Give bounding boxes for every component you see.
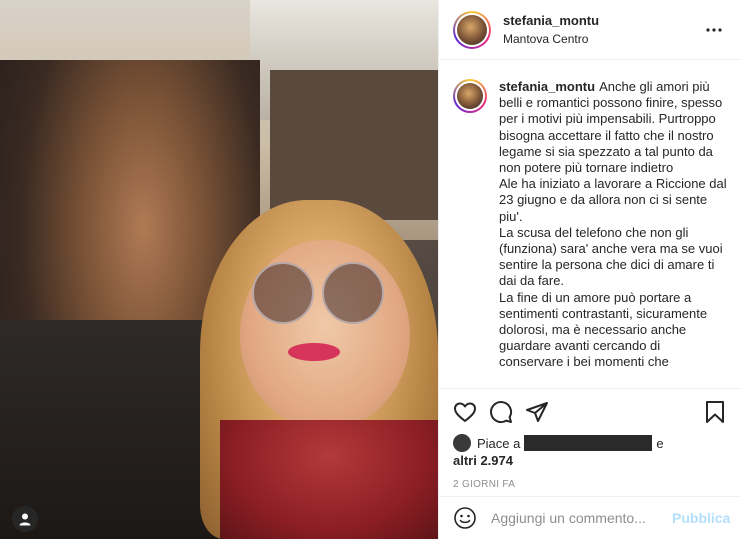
user-tag-icon[interactable] (12, 506, 38, 532)
comment-icon[interactable] (489, 400, 513, 424)
caption-paragraph: Ale ha iniziato a lavorare a Riccione da… (499, 176, 727, 224)
smiley-icon[interactable] (453, 506, 477, 530)
caption-paragraph: stefania_montu Anche gli amori più belli … (499, 79, 727, 176)
photo-sunglasses-left (252, 262, 314, 324)
header-location[interactable]: Mantova Centro (503, 31, 702, 47)
comment-input[interactable] (491, 510, 672, 526)
bookmark-icon[interactable] (703, 400, 727, 424)
photo-man-shirt (0, 320, 230, 539)
caption-avatar[interactable] (453, 79, 487, 113)
publish-button[interactable]: Pubblica (672, 510, 730, 526)
likes-suffix: e (656, 435, 664, 451)
likes-others-link[interactable]: altri 2.974 (453, 452, 727, 469)
redacted-username (524, 435, 653, 451)
heart-icon[interactable] (453, 400, 477, 424)
avatar[interactable] (453, 10, 491, 49)
photo-lips (288, 343, 340, 361)
photo-sunglasses-right (322, 262, 384, 324)
comment-box: Pubblica (439, 496, 740, 539)
post-actions: Piace a e altri 2.974 2 GIORNI FA (439, 388, 740, 490)
likes-summary: Piace a e altri 2.974 (453, 434, 727, 469)
caption-row: stefania_montu Anche gli amori più belli … (453, 79, 727, 371)
caption-paragraph: La fine di un amore può portare a sentim… (499, 289, 708, 370)
liker-avatar[interactable] (453, 434, 471, 452)
comments-section[interactable]: stefania_montu Anche gli amori più belli … (439, 61, 740, 387)
send-icon[interactable] (525, 400, 549, 424)
header-username[interactable]: stefania_montu (503, 13, 702, 29)
post-timestamp[interactable]: 2 GIORNI FA (453, 479, 727, 490)
caption-paragraph: La scusa del telefono che non gli (funzi… (499, 224, 723, 289)
post-photo[interactable] (0, 0, 438, 539)
more-horizontal-icon[interactable] (702, 18, 726, 42)
caption-text: stefania_montu Anche gli amori più belli … (499, 79, 727, 371)
likes-prefix: Piace a (477, 435, 521, 451)
post-header: stefania_montu Mantova Centro (439, 0, 740, 60)
photo-wall (270, 70, 438, 220)
caption-username[interactable]: stefania_montu (499, 79, 595, 94)
post-sidebar: stefania_montu Mantova Centro stefania_m… (438, 0, 740, 539)
photo-dress (220, 420, 438, 539)
